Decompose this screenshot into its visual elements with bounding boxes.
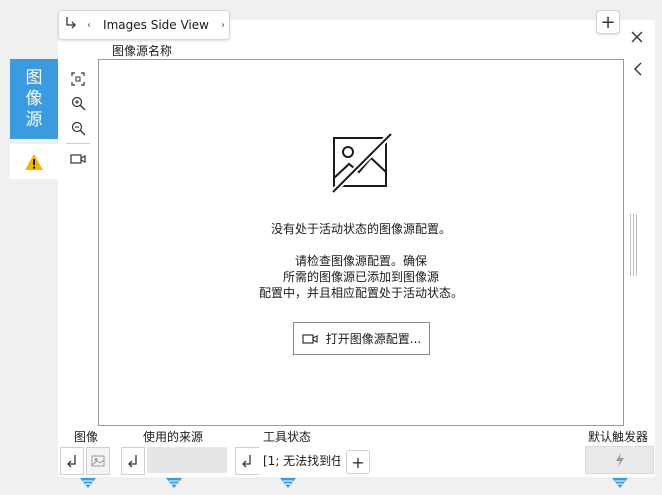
camera-icon: [302, 333, 318, 344]
tool-status-field[interactable]: [1; 无法找到任: [258, 448, 340, 474]
default-trigger-button[interactable]: [585, 446, 654, 474]
zoom-out-icon: [71, 121, 85, 136]
open-button-label: 打开图像源配置...: [325, 332, 422, 346]
help-message-line-2: 所需的图像源已添加到图像源: [282, 270, 439, 284]
lightning-icon: [615, 453, 624, 467]
camera-icon: [70, 153, 86, 164]
link-down-arrow-icon: [67, 455, 76, 468]
tab-image-source-label-1: 图: [25, 67, 43, 88]
used-source-field[interactable]: [147, 447, 227, 473]
viewer-toolbar: [64, 66, 92, 171]
close-button[interactable]: [627, 28, 647, 48]
fit-to-view-button[interactable]: [64, 66, 92, 91]
plus-icon: +: [600, 11, 616, 33]
viewer-title: 图像源名称: [112, 44, 173, 58]
image-port-label: 图像: [74, 430, 99, 444]
tab-warnings[interactable]: [10, 144, 58, 179]
open-image-source-config-button[interactable]: 打开图像源配置...: [293, 322, 430, 355]
tool-status-connector-icon[interactable]: [279, 477, 297, 489]
fit-to-view-icon: [71, 71, 85, 86]
help-message-line-1: 请检查图像源配置。确保: [294, 254, 427, 268]
no-image-icon: [331, 132, 393, 194]
chevron-left-icon[interactable]: ‹: [83, 20, 95, 31]
link-down-arrow-icon: [128, 455, 137, 468]
close-icon: [631, 31, 643, 43]
tool-status-link-button[interactable]: [235, 447, 259, 475]
image-icon: [91, 455, 105, 467]
image-viewer[interactable]: 没有处于活动状态的图像源配置。 请检查图像源配置。确保 所需的图像源已添加到图像…: [98, 59, 624, 426]
camera-button[interactable]: [64, 146, 92, 171]
chevron-right-icon[interactable]: ›: [217, 20, 229, 31]
plus-icon: +: [351, 452, 365, 472]
add-output-button[interactable]: +: [346, 450, 370, 474]
no-source-message: 没有处于活动状态的图像源配置。: [270, 222, 451, 236]
zoom-out-button[interactable]: [64, 116, 92, 141]
resize-handle[interactable]: [629, 214, 639, 276]
toolbar-divider: [66, 143, 90, 144]
source-link-button[interactable]: [121, 447, 145, 475]
source-connector-icon[interactable]: [165, 477, 183, 489]
image-link-button[interactable]: [60, 447, 84, 475]
tab-image-source-label-2: 像: [25, 88, 43, 109]
source-port-label: 使用的来源: [143, 430, 204, 444]
tab-images-side-view[interactable]: Images Side View: [95, 18, 217, 32]
tab-image-source[interactable]: 图 像 源: [10, 59, 58, 139]
image-connector-icon[interactable]: [79, 477, 97, 489]
warning-icon: [25, 153, 43, 170]
tab-image-source-label-3: 源: [25, 109, 43, 130]
image-preview-button[interactable]: [86, 447, 110, 475]
add-tab-button[interactable]: +: [596, 10, 620, 34]
tool-status-label: 工具状态: [263, 430, 312, 444]
help-message-line-3: 配置中，并且相应配置处于活动状态。: [258, 286, 463, 300]
collapse-panel-button[interactable]: [629, 60, 647, 82]
link-down-arrow-icon: [242, 455, 251, 468]
link-arrow-icon[interactable]: [59, 16, 83, 34]
trigger-connector-icon[interactable]: [611, 477, 629, 489]
tab-bar: ‹ Images Side View ›: [58, 10, 230, 40]
zoom-in-button[interactable]: [64, 91, 92, 116]
default-trigger-label: 默认触发器: [588, 430, 649, 444]
zoom-in-icon: [71, 96, 85, 111]
chevron-left-icon: [634, 62, 642, 76]
